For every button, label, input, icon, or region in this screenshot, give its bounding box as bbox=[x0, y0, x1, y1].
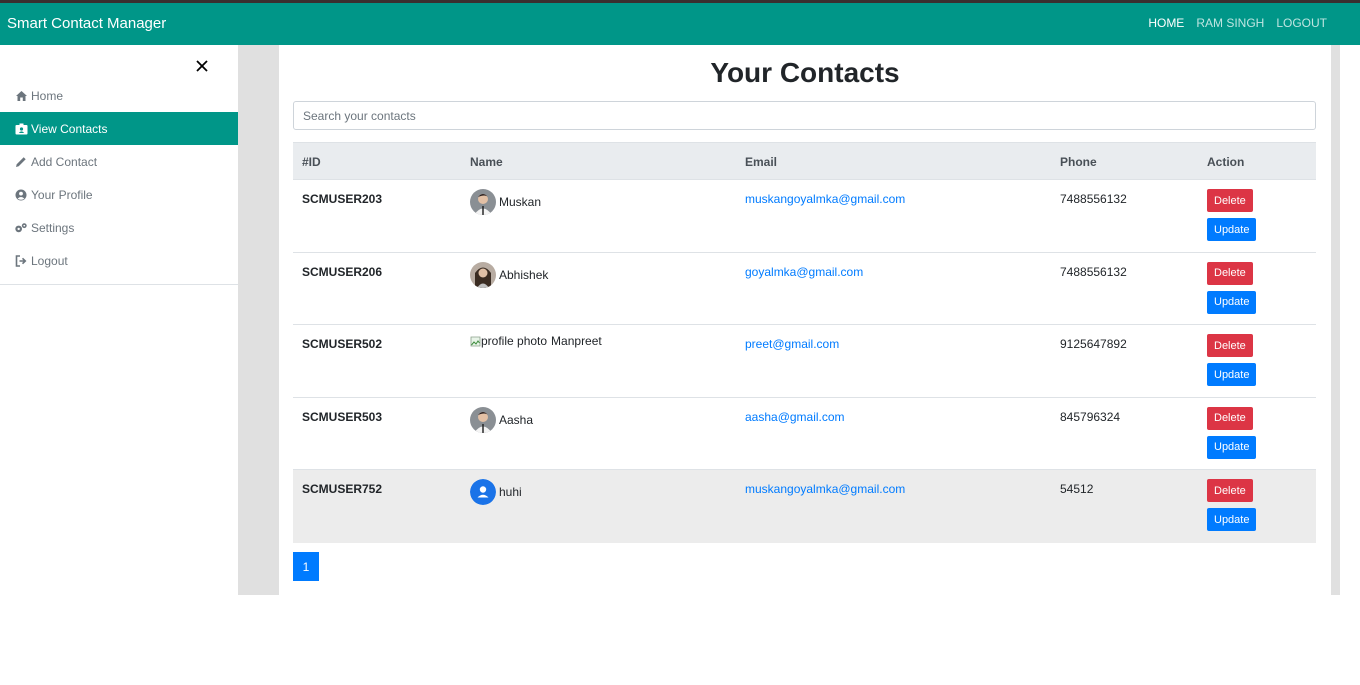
contact-name-cell: Abhishek bbox=[470, 261, 549, 288]
contact-phone: 54512 bbox=[1060, 482, 1094, 497]
sidebar-item-label: Your Profile bbox=[31, 187, 93, 202]
sidebar-item-label: View Contacts bbox=[31, 121, 108, 136]
broken-image-icon bbox=[470, 336, 481, 347]
contact-id: SCMUSER206 bbox=[302, 264, 383, 279]
image-alt-text: profile photo bbox=[481, 334, 548, 349]
column-header-phone: Phone bbox=[1060, 155, 1097, 169]
table-row: SCMUSER203 Muskan muskangoyalmka@gmail.c… bbox=[293, 180, 1316, 253]
contact-name: Manpreet bbox=[551, 334, 602, 349]
contact-id: SCMUSER502 bbox=[302, 337, 383, 352]
avatar[interactable] bbox=[470, 189, 496, 215]
delete-button[interactable]: Delete bbox=[1207, 189, 1253, 212]
table-row: SCMUSER502 profile photo Manpreet preet@… bbox=[293, 325, 1316, 398]
sidebar-item-settings[interactable]: Settings bbox=[0, 211, 238, 244]
column-header-email: Email bbox=[745, 155, 778, 169]
contacts-table: #ID Name Email Phone Action SCMUSER203 M… bbox=[293, 142, 1316, 543]
avatar[interactable] bbox=[470, 406, 496, 433]
avatar[interactable] bbox=[470, 261, 496, 288]
nav-home-link[interactable]: HOME bbox=[1148, 16, 1184, 30]
contact-name: Aasha bbox=[499, 412, 534, 427]
table-row: SCMUSER206 Abhishek goyalmka@gmail.com 7… bbox=[293, 253, 1316, 326]
contact-name-cell: Aasha bbox=[470, 406, 534, 433]
contact-name: Abhishek bbox=[499, 267, 549, 282]
top-navbar: Smart Contact Manager HOME RAM SINGH LOG… bbox=[0, 3, 1360, 45]
sidebar: Home View Contacts Add Contact Your Prof… bbox=[0, 45, 238, 285]
nav-user-link[interactable]: RAM SINGH bbox=[1196, 16, 1264, 30]
sidebar-item-label: Logout bbox=[31, 253, 68, 268]
contact-email-link[interactable]: preet@gmail.com bbox=[745, 337, 839, 351]
delete-button[interactable]: Delete bbox=[1207, 406, 1253, 430]
contact-id: SCMUSER752 bbox=[302, 482, 383, 497]
table-header: #ID Name Email Phone Action bbox=[293, 142, 1316, 180]
update-button[interactable]: Update bbox=[1207, 290, 1257, 314]
contact-email-link[interactable]: goyalmka@gmail.com bbox=[745, 265, 863, 279]
delete-button[interactable]: Delete bbox=[1207, 479, 1253, 503]
sidebar-item-view-contacts[interactable]: View Contacts bbox=[0, 112, 238, 145]
contact-name-cell: profile photo Manpreet bbox=[470, 334, 602, 348]
sidebar-item-label: Settings bbox=[31, 220, 75, 235]
contact-name-cell: huhi bbox=[470, 479, 522, 506]
sidebar-item-label: Add Contact bbox=[31, 154, 98, 169]
column-header-id: #ID bbox=[302, 155, 321, 169]
contact-email-link[interactable]: muskangoyalmka@gmail.com bbox=[745, 192, 905, 206]
sidebar-item-logout[interactable]: Logout bbox=[0, 244, 238, 277]
nav-logout-link[interactable]: LOGOUT bbox=[1276, 16, 1327, 30]
contact-email-link[interactable]: aasha@gmail.com bbox=[745, 410, 845, 424]
update-button[interactable]: Update bbox=[1207, 435, 1257, 459]
table-row: SCMUSER503 Aasha aasha@gmail.com 8457963… bbox=[293, 398, 1316, 471]
contacts-card: Your Contacts #ID Name Email Phone Actio… bbox=[279, 45, 1331, 595]
update-button[interactable]: Update bbox=[1207, 363, 1257, 387]
broken-image-placeholder[interactable]: profile photo bbox=[470, 334, 547, 348]
close-icon[interactable] bbox=[194, 58, 210, 74]
update-button[interactable]: Update bbox=[1207, 508, 1257, 532]
delete-button[interactable]: Delete bbox=[1207, 261, 1253, 285]
page-title: Your Contacts bbox=[710, 57, 900, 88]
user-circle-icon bbox=[14, 188, 28, 202]
contact-id: SCMUSER503 bbox=[302, 409, 383, 424]
pencil-icon bbox=[14, 155, 28, 169]
brand-title[interactable]: Smart Contact Manager bbox=[7, 15, 166, 32]
sidebar-item-your-profile[interactable]: Your Profile bbox=[0, 178, 238, 211]
sign-out-icon bbox=[14, 254, 28, 268]
contact-name: huhi bbox=[499, 485, 522, 500]
contact-phone: 9125647892 bbox=[1060, 337, 1127, 352]
sidebar-item-add-contact[interactable]: Add Contact bbox=[0, 145, 238, 178]
default-avatar-icon[interactable] bbox=[470, 479, 496, 506]
contact-phone: 845796324 bbox=[1060, 409, 1121, 424]
contact-id: SCMUSER203 bbox=[302, 192, 383, 206]
search-input[interactable] bbox=[293, 101, 1316, 130]
contact-phone: 7488556132 bbox=[1060, 264, 1127, 279]
contact-name: Muskan bbox=[499, 195, 542, 209]
update-button[interactable]: Update bbox=[1207, 218, 1257, 241]
home-icon bbox=[14, 89, 28, 103]
contact-phone: 7488556132 bbox=[1060, 192, 1127, 206]
gears-icon bbox=[14, 221, 28, 235]
contact-name-cell: Muskan bbox=[470, 189, 541, 215]
delete-button[interactable]: Delete bbox=[1207, 334, 1253, 358]
sidebar-item-home[interactable]: Home bbox=[0, 79, 238, 112]
column-header-name: Name bbox=[470, 155, 503, 169]
column-header-action: Action bbox=[1207, 155, 1245, 169]
pagination-page-1[interactable]: 1 bbox=[293, 552, 319, 581]
id-badge-icon bbox=[14, 122, 28, 136]
nav-links: HOME RAM SINGH LOGOUT bbox=[1148, 16, 1327, 30]
contact-email-link[interactable]: muskangoyalmka@gmail.com bbox=[745, 482, 905, 496]
sidebar-item-label: Home bbox=[31, 88, 64, 103]
table-row: SCMUSER752 huhi muskangoyalmka@gmail.com… bbox=[293, 470, 1316, 543]
